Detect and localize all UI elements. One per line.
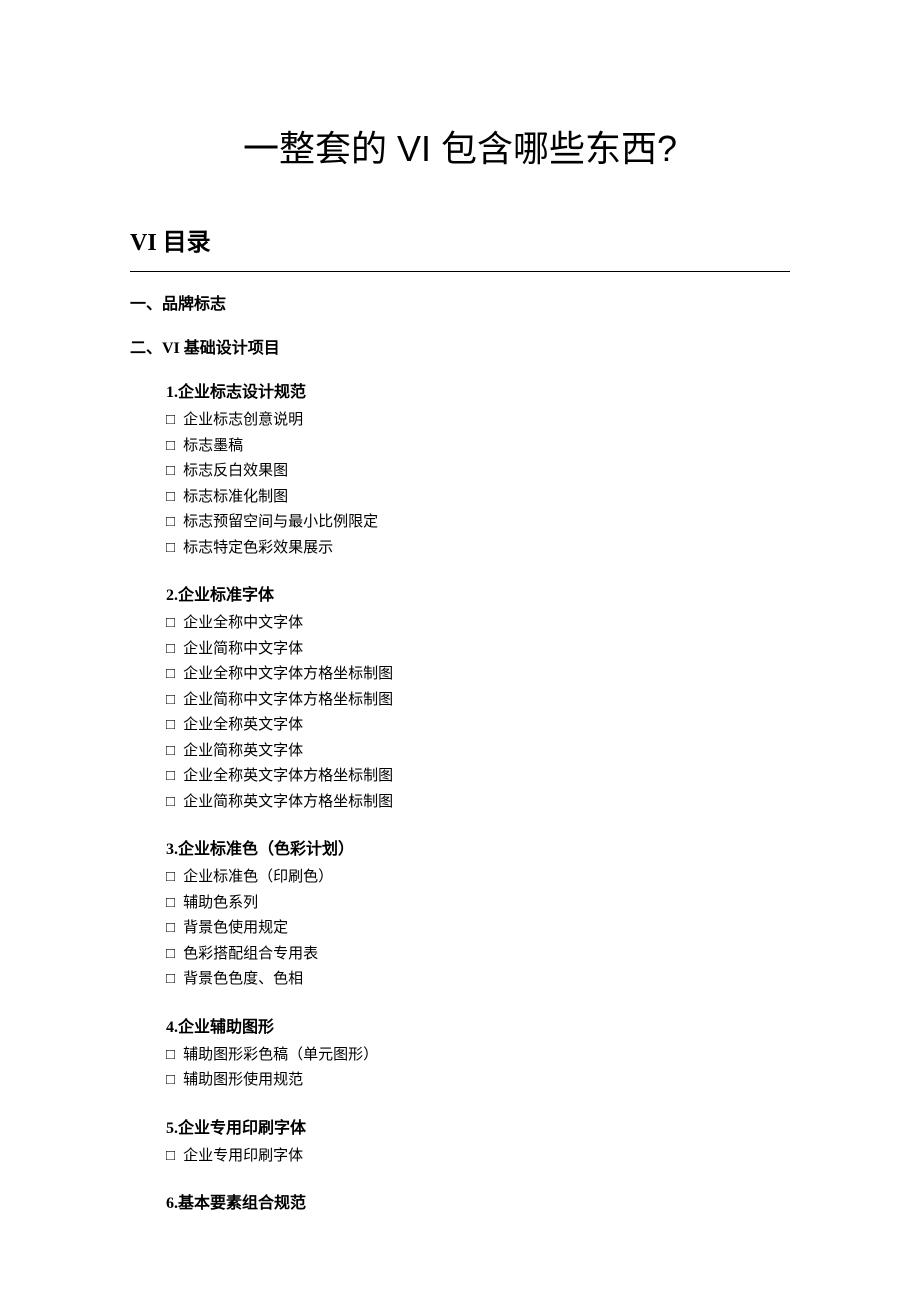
checklist-item: □ 标志标准化制图 — [166, 485, 790, 511]
checklist-item: □ 企业标准色（印刷色） — [166, 865, 790, 891]
subsection: 6.基本要素组合规范 — [166, 1189, 790, 1213]
document-title: 一整套的 VI 包含哪些东西? — [130, 120, 790, 172]
checklist-item: □ 标志特定色彩效果展示 — [166, 536, 790, 562]
checkbox-icon: □ — [166, 662, 175, 688]
checklist-item-label: 企业简称中文字体 — [183, 637, 303, 663]
checklist-item: □ 企业全称英文字体 — [166, 713, 790, 739]
checklist-item-label: 辅助色系列 — [183, 891, 258, 917]
checkbox-icon: □ — [166, 1068, 175, 1094]
checklist-item-label: 背景色使用规定 — [183, 916, 288, 942]
checklist-item: □ 标志反白效果图 — [166, 459, 790, 485]
checklist-item: □ 辅助图形彩色稿（单元图形） — [166, 1043, 790, 1069]
checklist-item-label: 辅助图形使用规范 — [183, 1068, 303, 1094]
section-2-heading: 二、VI 基础设计项目 — [130, 334, 790, 358]
checklist-item-label: 企业简称英文字体方格坐标制图 — [183, 790, 393, 816]
checklist-item-label: 企业简称中文字体方格坐标制图 — [183, 688, 393, 714]
checklist-item: □ 背景色使用规定 — [166, 916, 790, 942]
checklist-item: □ 企业全称中文字体 — [166, 611, 790, 637]
subsection: 2.企业标准字体 □ 企业全称中文字体 □ 企业简称中文字体 □ 企业全称中文字体方格坐标制… — [166, 581, 790, 815]
subsection: 3.企业标准色（色彩计划） □ 企业标准色（印刷色） □ 辅助色系列 □ 背景色使用规定 □ 色… — [166, 835, 790, 993]
subsection: 5.企业专用印刷字体 □ 企业专用印刷字体 — [166, 1114, 790, 1170]
checklist-item-label: 企业标志创意说明 — [183, 408, 303, 434]
checklist-item-label: 色彩搭配组合专用表 — [183, 942, 318, 968]
checkbox-icon: □ — [166, 536, 175, 562]
checklist-item-label: 企业标准色（印刷色） — [183, 865, 333, 891]
checklist-item: □ 企业全称英文字体方格坐标制图 — [166, 764, 790, 790]
document-subtitle: VI 目录 — [130, 222, 790, 257]
checklist-item-label: 企业全称英文字体 — [183, 713, 303, 739]
checklist-item: □ 色彩搭配组合专用表 — [166, 942, 790, 968]
checklist-item-label: 企业专用印刷字体 — [183, 1144, 303, 1170]
subsections-container: 1.企业标志设计规范 □ 企业标志创意说明 □ 标志墨稿 □ 标志反白效果图 □ 标志标准化制图… — [130, 378, 790, 1213]
subsection-heading: 3.企业标准色（色彩计划） — [166, 835, 790, 859]
checklist-item-label: 企业简称英文字体 — [183, 739, 303, 765]
checkbox-icon: □ — [166, 891, 175, 917]
checklist-item-label: 企业全称中文字体 — [183, 611, 303, 637]
subsection-heading: 6.基本要素组合规范 — [166, 1189, 790, 1213]
checklist-item-label: 标志预留空间与最小比例限定 — [183, 510, 378, 536]
checkbox-icon: □ — [166, 942, 175, 968]
checklist-item: □ 企业标志创意说明 — [166, 408, 790, 434]
checklist-item-label: 企业全称中文字体方格坐标制图 — [183, 662, 393, 688]
subsection-heading: 1.企业标志设计规范 — [166, 378, 790, 402]
checkbox-icon: □ — [166, 916, 175, 942]
checkbox-icon: □ — [166, 611, 175, 637]
checkbox-icon: □ — [166, 865, 175, 891]
checkbox-icon: □ — [166, 739, 175, 765]
checkbox-icon: □ — [166, 688, 175, 714]
checklist-item-label: 标志特定色彩效果展示 — [183, 536, 333, 562]
subsection: 4.企业辅助图形 □ 辅助图形彩色稿（单元图形） □ 辅助图形使用规范 — [166, 1013, 790, 1094]
checklist-item: □ 标志墨稿 — [166, 434, 790, 460]
divider — [130, 271, 790, 272]
checklist-item-label: 标志墨稿 — [183, 434, 243, 460]
subsection-heading: 5.企业专用印刷字体 — [166, 1114, 790, 1138]
checkbox-icon: □ — [166, 485, 175, 511]
checkbox-icon: □ — [166, 459, 175, 485]
checklist-item: □ 企业简称中文字体 — [166, 637, 790, 663]
checkbox-icon: □ — [166, 434, 175, 460]
checkbox-icon: □ — [166, 1043, 175, 1069]
checkbox-icon: □ — [166, 408, 175, 434]
checklist-item: □ 企业简称英文字体 — [166, 739, 790, 765]
checklist-item-label: 企业全称英文字体方格坐标制图 — [183, 764, 393, 790]
checkbox-icon: □ — [166, 967, 175, 993]
checklist-item: □ 背景色色度、色相 — [166, 967, 790, 993]
checklist-item: □ 辅助色系列 — [166, 891, 790, 917]
subsection-heading: 2.企业标准字体 — [166, 581, 790, 605]
checklist-item: □ 企业全称中文字体方格坐标制图 — [166, 662, 790, 688]
checkbox-icon: □ — [166, 764, 175, 790]
checkbox-icon: □ — [166, 713, 175, 739]
checklist-item: □ 企业简称中文字体方格坐标制图 — [166, 688, 790, 714]
checklist-item-label: 标志标准化制图 — [183, 485, 288, 511]
checklist-item: □ 标志预留空间与最小比例限定 — [166, 510, 790, 536]
checklist-item-label: 标志反白效果图 — [183, 459, 288, 485]
subsection: 1.企业标志设计规范 □ 企业标志创意说明 □ 标志墨稿 □ 标志反白效果图 □ 标志标准化制图… — [166, 378, 790, 561]
checkbox-icon: □ — [166, 1144, 175, 1170]
checklist-item: □ 企业简称英文字体方格坐标制图 — [166, 790, 790, 816]
checklist-item-label: 辅助图形彩色稿（单元图形） — [183, 1043, 378, 1069]
checkbox-icon: □ — [166, 790, 175, 816]
checkbox-icon: □ — [166, 637, 175, 663]
checkbox-icon: □ — [166, 510, 175, 536]
section-1-heading: 一、品牌标志 — [130, 290, 790, 314]
checklist-item: □ 辅助图形使用规范 — [166, 1068, 790, 1094]
checklist-item-label: 背景色色度、色相 — [183, 967, 303, 993]
checklist-item: □ 企业专用印刷字体 — [166, 1144, 790, 1170]
subsection-heading: 4.企业辅助图形 — [166, 1013, 790, 1037]
